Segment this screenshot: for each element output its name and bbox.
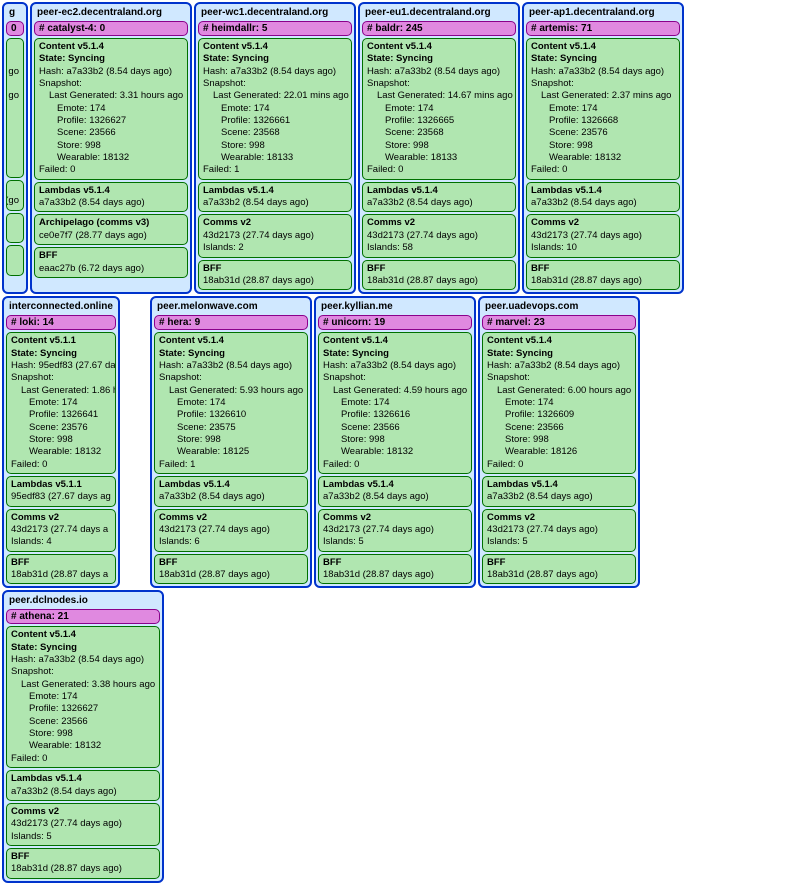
- lambdas-block: Lambdas v5.1.4a7a33b2 (8.54 days ago): [154, 476, 308, 507]
- comms-block: Comms v243d2173 (27.74 days ago)Islands:…: [6, 803, 160, 846]
- catalyst-pill[interactable]: # hera: 9: [154, 315, 308, 330]
- lambdas-block: Lambdas v5.1.4a7a33b2 (8.54 days ago): [34, 182, 188, 213]
- catalyst-pill[interactable]: # unicorn: 19: [318, 315, 472, 330]
- peer-card-partial[interactable]: g 0 go go go): [2, 2, 28, 294]
- bff-block: BFF18ab31d (28.87 days a: [6, 554, 116, 585]
- content-block: Content v5.1.4State: SyncingHash: a7a33b…: [6, 626, 160, 768]
- content-block: Content v5.1.4State: SyncingHash: a7a33b…: [526, 38, 680, 180]
- peer-hostname: peer-ap1.decentraland.org: [526, 6, 680, 19]
- catalyst-pill[interactable]: # marvel: 23: [482, 315, 636, 330]
- peer-card[interactable]: peer-eu1.decentraland.org # baldr: 245 Con…: [358, 2, 520, 294]
- peer-hostname: peer-wc1.decentraland.org: [198, 6, 352, 19]
- lambdas-block: Lambdas v5.1.4a7a33b2 (8.54 days ago): [6, 770, 160, 801]
- peer-hostname: peer-eu1.decentraland.org: [362, 6, 516, 19]
- peer-hostname: peer.kyllian.me: [318, 300, 472, 313]
- peer-hostname: peer.uadevops.com: [482, 300, 636, 313]
- bff-block: BFF18ab31d (28.87 days ago): [526, 260, 680, 291]
- content-block: Content v5.1.4State: SyncingHash: a7a33b…: [318, 332, 472, 474]
- content-block: Content v5.1.4State: SyncingHash: a7a33b…: [34, 38, 188, 180]
- peer-card[interactable]: peer-ap1.decentraland.org # artemis: 71 Co…: [522, 2, 684, 294]
- bff-block: BFF18ab31d (28.87 days ago): [154, 554, 308, 585]
- peer-card[interactable]: peer.dclnodes.io # athena: 21 Content v5.1…: [2, 590, 164, 882]
- peer-hostname: peer.melonwave.com: [154, 300, 308, 313]
- content-block: Content v5.1.4State: SyncingHash: a7a33b…: [482, 332, 636, 474]
- bff-block: BFF18ab31d (28.87 days ago): [362, 260, 516, 291]
- lambdas-block: Lambdas v5.1.195edf83 (27.67 days ag: [6, 476, 116, 507]
- peer-card[interactable]: interconnected.online # loki: 14 Content v…: [2, 296, 120, 588]
- peer-hostname: interconnected.online: [6, 300, 116, 313]
- comms-block: Comms v243d2173 (27.74 days ago)Islands:…: [482, 509, 636, 552]
- peer-card[interactable]: peer.kyllian.me # unicorn: 19 Content v5.1…: [314, 296, 476, 588]
- content-block: go go: [6, 38, 24, 178]
- bff-block: BFF18ab31d (28.87 days ago): [482, 554, 636, 585]
- peer-hostname: peer.dclnodes.io: [6, 594, 160, 607]
- content-block: Content v5.1.4State: SyncingHash: a7a33b…: [198, 38, 352, 180]
- bff-block: BFFeaac27b (6.72 days ago): [34, 247, 188, 278]
- comms-block: Comms v243d2173 (27.74 days ago)Islands:…: [526, 214, 680, 257]
- peer-hostname: g: [6, 6, 24, 19]
- content-block: Content v5.1.4State: SyncingHash: a7a33b…: [362, 38, 516, 180]
- peer-card[interactable]: peer.uadevops.com # marvel: 23 Content v5.…: [478, 296, 640, 588]
- comms-block: Comms v243d2173 (27.74 days ago)Islands:…: [318, 509, 472, 552]
- comms-block: [6, 213, 24, 244]
- comms-block: Comms v243d2173 (27.74 days ago)Islands:…: [154, 509, 308, 552]
- bff-block: BFF18ab31d (28.87 days ago): [198, 260, 352, 291]
- peer-grid: g 0 go go go) peer-ec2.decentraland.org # …: [2, 2, 798, 883]
- catalyst-pill[interactable]: # heimdallr: 5: [198, 21, 352, 36]
- catalyst-pill[interactable]: 0: [6, 21, 24, 36]
- peer-card[interactable]: peer.melonwave.com # hera: 9 Content v5.1.…: [150, 296, 312, 588]
- lambdas-block: Lambdas v5.1.4a7a33b2 (8.54 days ago): [318, 476, 472, 507]
- catalyst-pill[interactable]: # baldr: 245: [362, 21, 516, 36]
- lambdas-block: go): [6, 180, 24, 211]
- comms-block: Comms v243d2173 (27.74 days ago)Islands:…: [362, 214, 516, 257]
- lambdas-block: Lambdas v5.1.4a7a33b2 (8.54 days ago): [198, 182, 352, 213]
- catalyst-pill[interactable]: # athena: 21: [6, 609, 160, 624]
- catalyst-pill[interactable]: # catalyst-4: 0: [34, 21, 188, 36]
- comms-block: Comms v243d2173 (27.74 days aIslands: 4: [6, 509, 116, 552]
- content-block: Content v5.1.1State: SyncingHash: 95edf8…: [6, 332, 116, 474]
- catalyst-pill[interactable]: # loki: 14: [6, 315, 116, 330]
- bff-block: BFF18ab31d (28.87 days ago): [6, 848, 160, 879]
- bff-block: [6, 245, 24, 276]
- peer-card[interactable]: peer-wc1.decentraland.org # heimdallr: 5 C…: [194, 2, 356, 294]
- peer-card[interactable]: peer-ec2.decentraland.org # catalyst-4: 0…: [30, 2, 192, 294]
- comms-block: Comms v243d2173 (27.74 days ago)Islands:…: [198, 214, 352, 257]
- content-block: Content v5.1.4State: SyncingHash: a7a33b…: [154, 332, 308, 474]
- lambdas-block: Lambdas v5.1.4a7a33b2 (8.54 days ago): [482, 476, 636, 507]
- peer-hostname: peer-ec2.decentraland.org: [34, 6, 188, 19]
- bff-block: BFF18ab31d (28.87 days ago): [318, 554, 472, 585]
- catalyst-pill[interactable]: # artemis: 71: [526, 21, 680, 36]
- lambdas-block: Lambdas v5.1.4a7a33b2 (8.54 days ago): [362, 182, 516, 213]
- comms-block: Archipelago (comms v3)ce0e7f7 (28.77 day…: [34, 214, 188, 245]
- lambdas-block: Lambdas v5.1.4a7a33b2 (8.54 days ago): [526, 182, 680, 213]
